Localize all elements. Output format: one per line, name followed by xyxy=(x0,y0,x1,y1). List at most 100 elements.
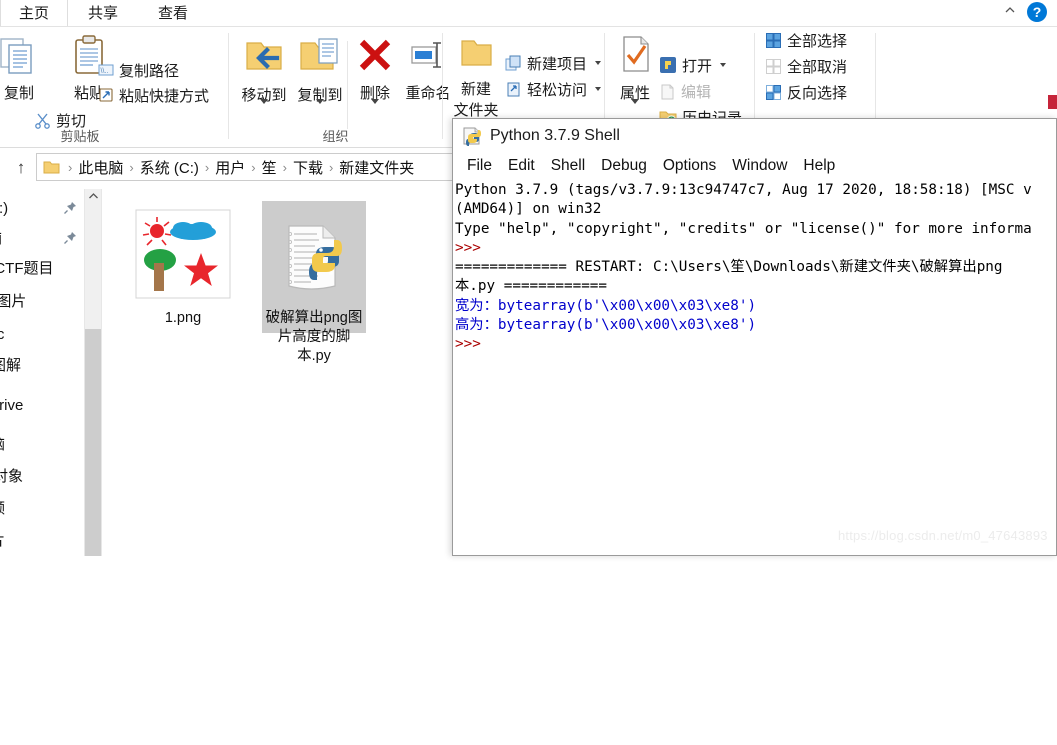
collapse-ribbon-icon[interactable] xyxy=(1001,3,1019,21)
breadcrumb-item-2[interactable]: 用户 xyxy=(215,157,245,178)
delete-caret-icon[interactable] xyxy=(371,99,379,104)
organize-group-label: 组织 xyxy=(229,126,442,145)
window-close-fragment[interactable] xyxy=(1048,95,1057,109)
breadcrumb-item-0[interactable]: 此电脑 xyxy=(78,157,123,178)
breadcrumb-item-4[interactable]: 下载 xyxy=(293,157,323,178)
file-name-python: 破解算出png图片高度的脚本.py xyxy=(265,310,363,364)
select-none-icon xyxy=(766,58,781,74)
nav-item-3-label: TF图片 xyxy=(0,293,27,310)
console-line-1: (AMD64)] on win32 xyxy=(455,201,602,218)
properties-icon xyxy=(623,36,649,72)
nav-item-9[interactable]: 频 xyxy=(0,495,5,523)
breadcrumb-item-3[interactable]: 笙 xyxy=(262,157,277,178)
menu-window[interactable]: Window xyxy=(724,157,795,175)
new-folder-label-1: 新建 xyxy=(460,81,491,98)
breadcrumb-item-1[interactable]: 系统 (C:) xyxy=(140,157,199,178)
nav-scrollbar[interactable] xyxy=(84,189,102,556)
select-none-label: 全部取消 xyxy=(787,58,848,76)
tab-share[interactable]: 共享 xyxy=(70,0,136,27)
properties-button[interactable]: 属性 xyxy=(609,33,661,104)
delete-button[interactable]: 删除 xyxy=(349,33,401,104)
new-item-button[interactable]: 新建项目 xyxy=(505,51,602,75)
nav-item-1[interactable]: 电脑 xyxy=(0,225,2,253)
copy-to-caret-icon[interactable] xyxy=(316,99,324,104)
delete-x-icon xyxy=(359,39,391,71)
tab-view[interactable]: 查看 xyxy=(140,0,206,27)
nav-item-0[interactable]: 统 (C:) xyxy=(0,195,8,223)
breadcrumb-sep-2: › xyxy=(204,159,210,175)
nav-item-7[interactable]: 电脑 xyxy=(0,431,5,459)
help-icon[interactable]: ? xyxy=(1027,2,1047,22)
select-all-button[interactable]: 全部选择 xyxy=(765,28,847,52)
clipboard-group-label-text: 剪贴板 xyxy=(0,126,200,145)
invert-selection-button[interactable]: 反向选择 xyxy=(765,80,847,104)
nav-item-5[interactable]: 码图解 xyxy=(0,352,21,380)
tab-home-label: 主页 xyxy=(18,5,49,22)
file-list-pane[interactable]: 1.png 破解算出png图片高度的脚本.py xyxy=(101,189,553,745)
nav-item-10-label: 片 xyxy=(0,532,5,549)
move-to-caret-icon[interactable] xyxy=(260,99,268,104)
pin-icon-0[interactable] xyxy=(63,201,77,215)
console-line-8-prompt: >>> xyxy=(455,336,490,353)
copy-label: 复制 xyxy=(3,85,34,102)
new-folder-button[interactable]: 新建 文件夹 xyxy=(445,33,507,120)
nav-item-8[interactable]: D 对象 xyxy=(0,463,23,491)
new-item-label: 新建项目 xyxy=(527,55,588,73)
menu-debug[interactable]: Debug xyxy=(593,157,655,175)
nav-item-5-label: 码图解 xyxy=(0,357,22,374)
breadcrumb-sep-5: › xyxy=(328,159,334,175)
idle-title-label: Python 3.7.9 Shell xyxy=(490,127,620,144)
nav-scroll-up-icon[interactable] xyxy=(85,189,102,206)
nav-item-3[interactable]: TF图片 xyxy=(0,288,26,316)
new-folder-label-2: 文件夹 xyxy=(453,102,499,119)
file-item-python[interactable]: 破解算出png图片高度的脚本.py xyxy=(262,201,366,364)
open-label: 打开 xyxy=(682,57,713,75)
idle-app-icon xyxy=(463,127,481,146)
paste-shortcut-button[interactable]: 粘贴快捷方式 xyxy=(98,83,209,107)
console-line-4-restart: ============= RESTART: C:\Users\笙\Downlo… xyxy=(455,259,1003,276)
breadcrumb-sep-0: › xyxy=(68,159,73,175)
menu-shell[interactable]: Shell xyxy=(543,157,593,175)
folder-icon xyxy=(43,161,60,173)
pin-icon-1[interactable] xyxy=(63,231,77,245)
nav-item-1-label: 电脑 xyxy=(0,230,2,247)
open-caret-icon[interactable] xyxy=(720,63,727,67)
file-item-image[interactable]: 1.png xyxy=(131,205,235,328)
nav-item-4[interactable]: isc xyxy=(0,321,4,349)
nav-item-2[interactable]: JUCTF题目 xyxy=(0,255,54,283)
open-button[interactable]: 打开 xyxy=(659,53,727,77)
menu-options[interactable]: Options xyxy=(655,157,724,175)
move-to-icon xyxy=(246,42,282,70)
easy-access-icon xyxy=(507,82,520,96)
nav-item-6[interactable]: eDrive xyxy=(0,392,23,420)
easy-access-button[interactable]: 轻松访问 xyxy=(505,77,602,101)
nav-item-10[interactable]: 片 xyxy=(0,527,5,555)
easy-access-caret-icon[interactable] xyxy=(595,87,602,91)
breadcrumb-item-5[interactable]: 新建文件夹 xyxy=(339,157,414,178)
menu-edit[interactable]: Edit xyxy=(500,157,543,175)
nav-item-4-label: isc xyxy=(0,326,5,343)
tab-home[interactable]: 主页 xyxy=(0,0,68,27)
copy-to-button[interactable]: 复制到 xyxy=(291,33,349,105)
move-to-button[interactable]: 移动到 xyxy=(235,33,293,105)
nav-scrollbar-thumb[interactable] xyxy=(85,329,102,556)
select-all-icon xyxy=(766,32,781,48)
new-item-caret-icon[interactable] xyxy=(595,61,602,65)
ribbon-group-clipboard: 复制 粘贴 \\.. 复制路径 粘贴快捷方式 剪切 剪贴板 xyxy=(0,27,228,147)
console-line-3-prompt: >>> xyxy=(455,239,490,256)
menu-file[interactable]: File xyxy=(459,157,500,175)
ribbon-group-organize: 移动到 复制到 删除 重命名 组织 xyxy=(229,27,451,147)
menu-help[interactable]: Help xyxy=(795,157,843,175)
select-none-button[interactable]: 全部取消 xyxy=(765,54,847,78)
properties-caret-icon[interactable] xyxy=(631,99,639,104)
up-button[interactable]: ↑ xyxy=(9,156,33,180)
copy-button[interactable]: 复制 xyxy=(0,33,50,103)
idle-console-output[interactable]: Python 3.7.9 (tags/v3.7.9:13c94747c7, Au… xyxy=(453,179,1056,555)
console-line-0: Python 3.7.9 (tags/v3.7.9:13c94747c7, Au… xyxy=(455,182,1032,198)
nav-item-9-label: 频 xyxy=(0,500,5,517)
idle-titlebar[interactable]: Python 3.7.9 Shell xyxy=(453,119,1056,153)
edit-icon xyxy=(661,84,674,99)
new-item-icon xyxy=(505,55,521,70)
copy-path-button[interactable]: \\.. 复制路径 xyxy=(98,58,179,82)
idle-menubar: File Edit Shell Debug Options Window Hel… xyxy=(453,153,1056,179)
